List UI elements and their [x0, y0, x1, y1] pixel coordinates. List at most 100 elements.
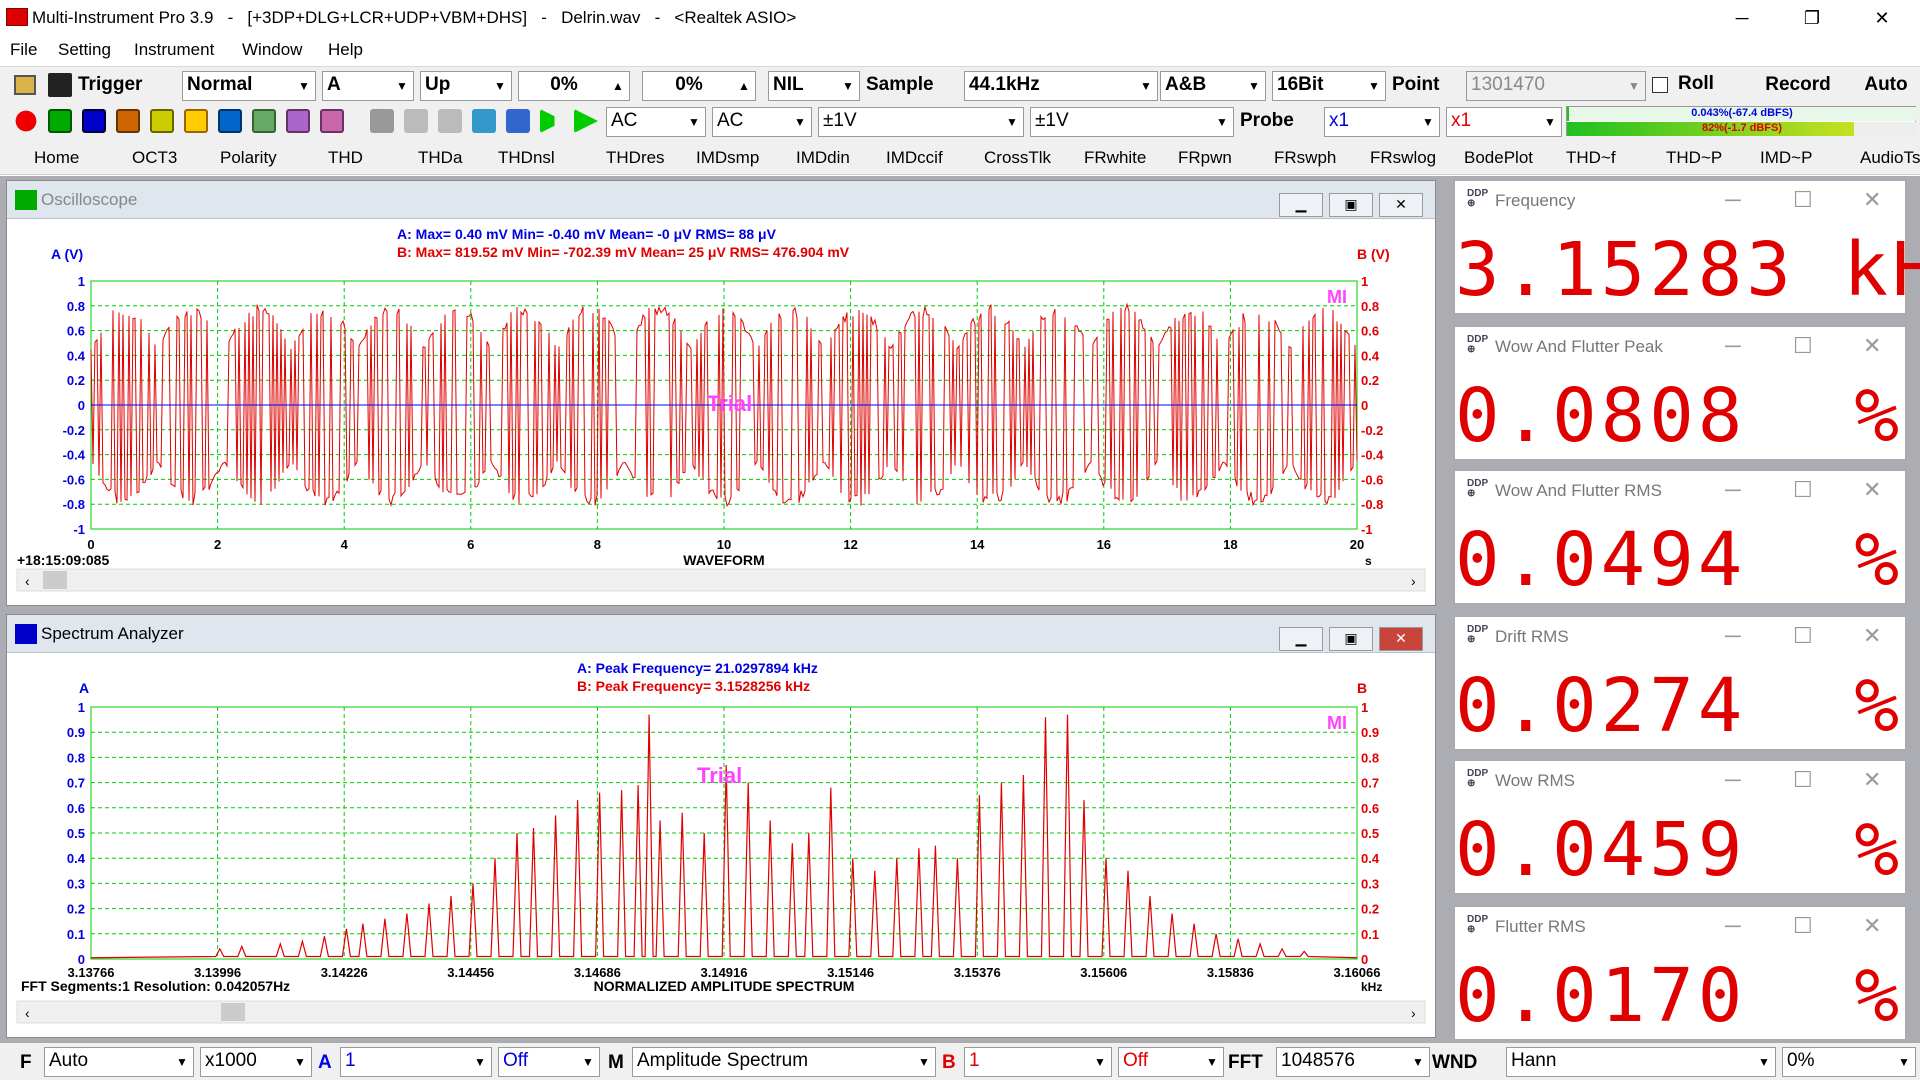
spec-close-button[interactable]: ✕	[1379, 627, 1423, 651]
trigger-level-stepper[interactable]: 0%▲▼	[518, 71, 630, 101]
sample-rate-select[interactable]: 44.1kHz ▼	[964, 71, 1158, 101]
nav-oct3[interactable]: OCT3	[132, 148, 177, 168]
roll-checkbox[interactable]	[1652, 77, 1668, 93]
spec-minimize-button[interactable]: ▁	[1279, 627, 1323, 651]
meter-minimize-button[interactable]: ─	[1725, 477, 1741, 503]
nav-thdres[interactable]: THDres	[606, 148, 665, 168]
scissors-icon[interactable]	[472, 109, 496, 133]
oscilloscope-icon[interactable]	[48, 109, 72, 133]
multimeter-icon[interactable]	[116, 109, 140, 133]
meter-close-button[interactable]: ✕	[1863, 477, 1881, 503]
ddc-icon[interactable]	[320, 109, 344, 133]
oscilloscope-plot[interactable]: A: Max= 0.40 mV Min= -0.40 mV Mean= -0 μ…	[7, 219, 1435, 605]
meter-panel[interactable]: DDP⊕ Frequency ─ ☐ ✕ 3.15283 kHz	[1454, 180, 1920, 314]
menu-help[interactable]: Help	[328, 40, 363, 60]
menu-window[interactable]: Window	[242, 40, 302, 60]
spectrum-analyzer-icon[interactable]	[82, 109, 106, 133]
osc-maximize-button[interactable]: ▣	[1329, 193, 1373, 217]
a-value-select[interactable]: 1 ▼	[340, 1047, 492, 1077]
calibrate-icon[interactable]	[370, 109, 394, 133]
range-a-select[interactable]: ±1V ▼	[818, 107, 1024, 137]
menu-file[interactable]: File	[10, 40, 37, 60]
b-off-select[interactable]: Off ▼	[1118, 1047, 1224, 1077]
meter-panel[interactable]: DDP ⊕ Wow And Flutter Peak ─ ☐ ✕ 0.0808%	[1454, 326, 1906, 460]
phase-plot-icon[interactable]	[150, 109, 174, 133]
oscilloscope-window[interactable]: Oscilloscope ▁ ▣ ✕ A: Max= 0.40 mV Min= …	[6, 180, 1436, 606]
fft-size-select[interactable]: 1048576 ▼	[1276, 1047, 1430, 1077]
meter-close-button[interactable]: ✕	[1863, 333, 1881, 359]
meter-minimize-button[interactable]: ─	[1725, 333, 1741, 359]
close-button[interactable]: ✕	[1852, 0, 1912, 36]
meter-close-button[interactable]: ✕	[1863, 623, 1881, 649]
nav-thda[interactable]: THDa	[418, 148, 462, 168]
nav-imddin[interactable]: IMDdin	[796, 148, 850, 168]
meter-close-button[interactable]: ✕	[1863, 187, 1881, 213]
spectrum-svg[interactable]: A: Peak Frequency= 21.0297894 kHz B: Peak…	[7, 653, 1435, 1037]
range-b-select[interactable]: ±1V ▼	[1030, 107, 1234, 137]
f-mode-select[interactable]: Auto ▼	[44, 1047, 194, 1077]
meter-panel[interactable]: DDP ⊕ Wow RMS ─ ☐ ✕ 0.0459%	[1454, 760, 1906, 894]
meter-panel[interactable]: DDP ⊕ Drift RMS ─ ☐ ✕ 0.0274%	[1454, 616, 1906, 750]
nav-frwhite[interactable]: FRwhite	[1084, 148, 1146, 168]
meter-maximize-button[interactable]: ☐	[1793, 767, 1813, 793]
zoom-select[interactable]: x1000 ▼	[200, 1047, 312, 1077]
save-icon[interactable]	[48, 73, 72, 97]
meter-maximize-button[interactable]: ☐	[1793, 333, 1813, 359]
window-select[interactable]: Hann ▼	[1506, 1047, 1776, 1077]
trigger-edge-select[interactable]: Up ▼	[420, 71, 512, 101]
meter-minimize-button[interactable]: ─	[1725, 913, 1741, 939]
nav-thdnsl[interactable]: THDnsl	[498, 148, 555, 168]
nav-imdsmp[interactable]: IMDsmp	[696, 148, 759, 168]
dut-icon[interactable]	[218, 109, 242, 133]
meter-close-button[interactable]: ✕	[1863, 767, 1881, 793]
nav-crosstlk[interactable]: CrossTlk	[984, 148, 1051, 168]
overlap-select[interactable]: 0% ▼	[1782, 1047, 1916, 1077]
nav-thd-p[interactable]: THD~P	[1666, 148, 1722, 168]
meter-close-button[interactable]: ✕	[1863, 913, 1881, 939]
meter-minimize-button[interactable]: ─	[1725, 187, 1741, 213]
coupling-a-select[interactable]: AC ▼	[606, 107, 706, 137]
nav-polarity[interactable]: Polarity	[220, 148, 277, 168]
b-value-select[interactable]: 1 ▼	[964, 1047, 1112, 1077]
nav-thd-f[interactable]: THD~f	[1566, 148, 1616, 168]
nav-frswph[interactable]: FRswph	[1274, 148, 1336, 168]
point-select[interactable]: 1301470 ▼	[1466, 71, 1646, 101]
record-dot-icon[interactable]	[14, 109, 38, 133]
signal-generator-icon[interactable]	[184, 109, 208, 133]
meter-maximize-button[interactable]: ☐	[1793, 623, 1813, 649]
meter-minimize-button[interactable]: ─	[1725, 767, 1741, 793]
trigger-delay-stepper[interactable]: 0%▲▼	[642, 71, 756, 101]
waveform-icon[interactable]	[252, 109, 276, 133]
menu-setting[interactable]: Setting	[58, 40, 111, 60]
nav-imd-p[interactable]: IMD~P	[1760, 148, 1812, 168]
osc-minimize-button[interactable]: ▁	[1279, 193, 1323, 217]
open-folder-icon[interactable]	[14, 75, 36, 95]
nav-frpwn[interactable]: FRpwn	[1178, 148, 1232, 168]
a-off-select[interactable]: Off ▼	[498, 1047, 600, 1077]
channels-select[interactable]: A&B ▼	[1160, 71, 1266, 101]
oscilloscope-svg[interactable]: A: Max= 0.40 mV Min= -0.40 mV Mean= -0 μ…	[7, 219, 1435, 605]
auto-button[interactable]: Auto	[1856, 69, 1916, 101]
meter-maximize-button[interactable]: ☐	[1793, 913, 1813, 939]
menu-instrument[interactable]: Instrument	[134, 40, 214, 60]
probe-b-select[interactable]: x1 ▼	[1446, 107, 1562, 137]
meter-maximize-button[interactable]: ☐	[1793, 187, 1813, 213]
trigger-channel-select[interactable]: A ▼	[322, 71, 414, 101]
coupling-b-select[interactable]: AC ▼	[712, 107, 812, 137]
probe-a-select[interactable]: x1 ▼	[1324, 107, 1440, 137]
spectrum-window[interactable]: Spectrum Analyzer ▁ ▣ ✕ A: Peak Frequenc…	[6, 614, 1436, 1038]
ddp-icon[interactable]	[286, 109, 310, 133]
nav-audiotst[interactable]: AudioTst	[1860, 148, 1920, 168]
meter-panel[interactable]: DDP ⊕ Wow And Flutter RMS ─ ☐ ✕ 0.0494%	[1454, 470, 1906, 604]
cursor-a-icon[interactable]	[404, 109, 428, 133]
nil-select[interactable]: NIL ▼	[768, 71, 860, 101]
record-button[interactable]: Record	[1746, 69, 1850, 101]
cursor-b-icon[interactable]	[438, 109, 462, 133]
nav-home[interactable]: Home	[34, 148, 79, 168]
meter-maximize-button[interactable]: ☐	[1793, 477, 1813, 503]
m-mode-select[interactable]: Amplitude Spectrum ▼	[632, 1047, 936, 1077]
nav-imdccif[interactable]: IMDccif	[886, 148, 943, 168]
nav-bodeplot[interactable]: BodePlot	[1464, 148, 1533, 168]
minimize-button[interactable]: ─	[1712, 0, 1772, 36]
speaker-icon[interactable]	[506, 109, 530, 133]
